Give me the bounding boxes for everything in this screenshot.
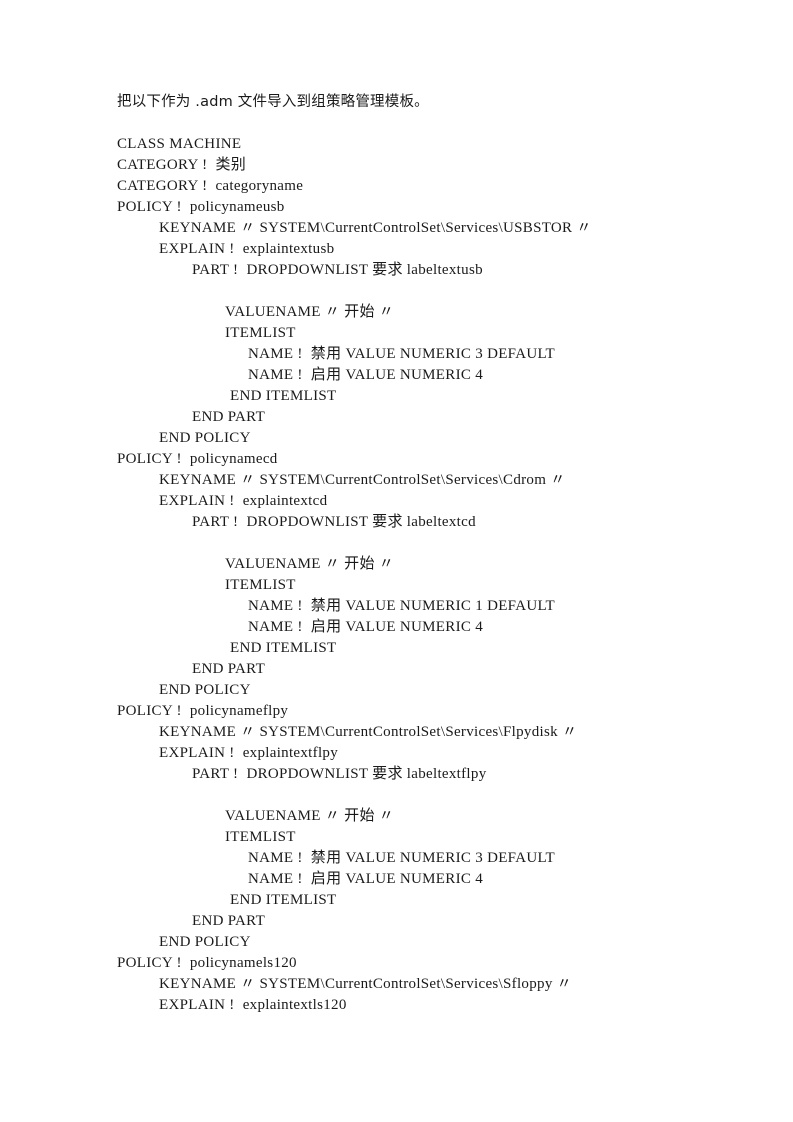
document-content: 把以下作为 .adm 文件导入到组策略管理模板。 CLASS MACHINE CA… xyxy=(117,92,717,1016)
intro-paragraph: 把以下作为 .adm 文件导入到组策略管理模板。 xyxy=(117,94,429,110)
code-line: CATEGORY ! categoryname xyxy=(117,178,304,194)
code-line: EXPLAIN ! explaintextusb xyxy=(159,241,335,257)
code-line: NAME ! 禁用 VALUE NUMERIC 3 DEFAULT xyxy=(248,850,556,866)
code-line: NAME ! 启用 VALUE NUMERIC 4 xyxy=(248,367,484,383)
code-line: NAME ! 禁用 VALUE NUMERIC 3 DEFAULT xyxy=(248,346,556,362)
code-line: EXPLAIN ! explaintextcd xyxy=(159,493,328,509)
code-line: VALUENAME 〃 开始 〃 xyxy=(225,556,395,572)
code-line: KEYNAME 〃 SYSTEM\CurrentControlSet\Servi… xyxy=(159,724,578,740)
code-line: POLICY ! policynamecd xyxy=(117,451,278,467)
code-line: PART ! DROPDOWNLIST 要求 labeltextusb xyxy=(192,262,483,278)
code-line: END ITEMLIST xyxy=(230,640,337,656)
code-line: KEYNAME 〃 SYSTEM\CurrentControlSet\Servi… xyxy=(159,220,592,236)
code-line: EXPLAIN ! explaintextls120 xyxy=(159,997,347,1013)
code-line: ITEMLIST xyxy=(225,577,296,593)
adm-template-code-block: CLASS MACHINE CATEGORY ! 类别 CATEGORY ! cat… xyxy=(117,134,717,1016)
code-line: KEYNAME 〃 SYSTEM\CurrentControlSet\Servi… xyxy=(159,472,566,488)
code-line: NAME ! 启用 VALUE NUMERIC 4 xyxy=(248,619,484,635)
code-line: END PART xyxy=(192,409,266,425)
code-line: EXPLAIN ! explaintextflpy xyxy=(159,745,339,761)
document-page: 把以下作为 .adm 文件导入到组策略管理模板。 CLASS MACHINE CA… xyxy=(0,0,793,1122)
code-line: END POLICY xyxy=(159,682,251,698)
code-line: ITEMLIST xyxy=(225,829,296,845)
code-line: NAME ! 启用 VALUE NUMERIC 4 xyxy=(248,871,484,887)
code-line: PART ! DROPDOWNLIST 要求 labeltextflpy xyxy=(192,766,487,782)
code-line: VALUENAME 〃 开始 〃 xyxy=(225,304,395,320)
code-line: POLICY ! policynameusb xyxy=(117,199,285,215)
code-line: END PART xyxy=(192,913,266,929)
code-line: CLASS MACHINE xyxy=(117,136,242,152)
code-line: END ITEMLIST xyxy=(230,892,337,908)
code-line: END ITEMLIST xyxy=(230,388,337,404)
code-line: ITEMLIST xyxy=(225,325,296,341)
code-line: NAME ! 禁用 VALUE NUMERIC 1 DEFAULT xyxy=(248,598,556,614)
code-line: POLICY ! policynamels120 xyxy=(117,955,297,971)
code-line: VALUENAME 〃 开始 〃 xyxy=(225,808,395,824)
code-line: END PART xyxy=(192,661,266,677)
code-line: CATEGORY ! 类别 xyxy=(117,157,247,173)
code-line: POLICY ! policynameflpy xyxy=(117,703,289,719)
code-line: END POLICY xyxy=(159,430,251,446)
code-line: PART ! DROPDOWNLIST 要求 labeltextcd xyxy=(192,514,476,530)
code-line: END POLICY xyxy=(159,934,251,950)
code-line: KEYNAME 〃 SYSTEM\CurrentControlSet\Servi… xyxy=(159,976,572,992)
